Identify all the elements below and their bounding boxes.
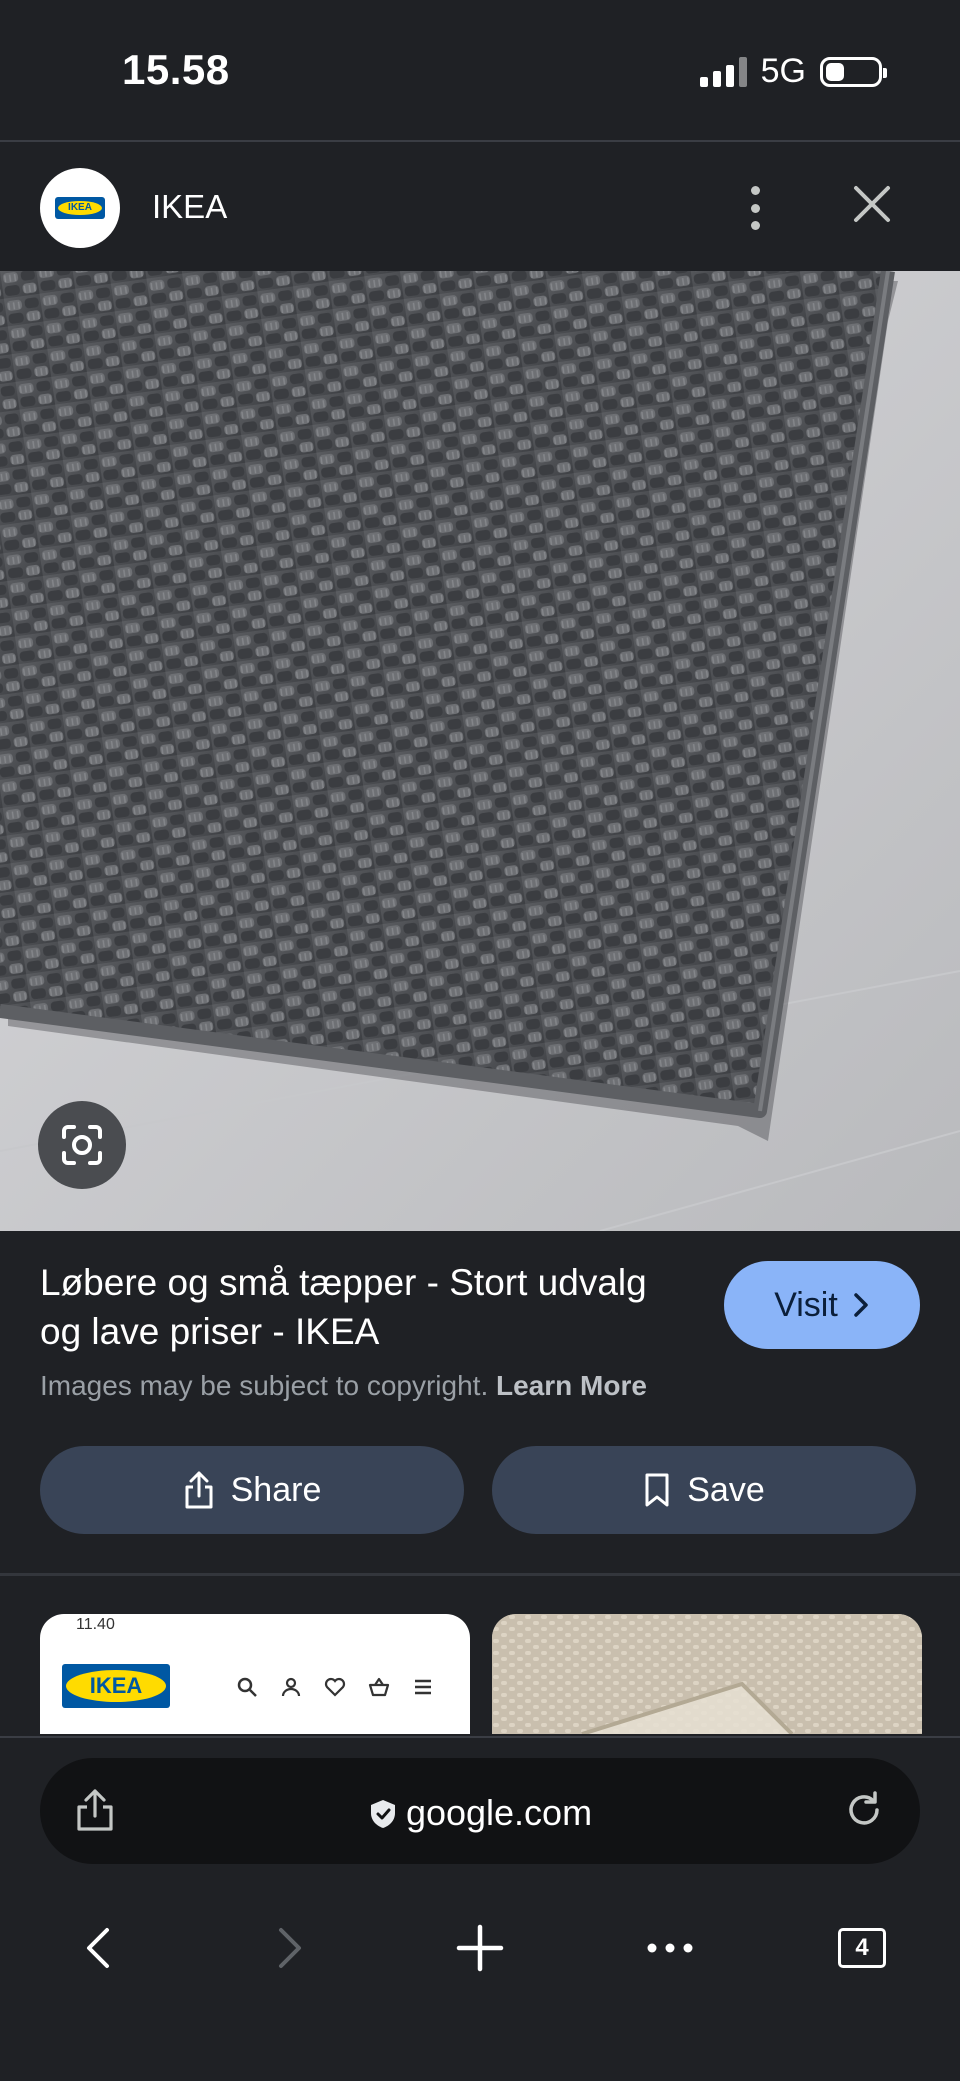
copyright-notice: Images may be subject to copyright. Lear… [40, 1370, 647, 1402]
share-label: Share [230, 1470, 322, 1509]
lock-shield-icon [370, 1800, 395, 1828]
thumb-ikea-logo: IKEA [62, 1664, 170, 1708]
chevron-right-icon [854, 1293, 868, 1317]
search-icon [237, 1677, 257, 1697]
url-display[interactable]: google.com [40, 1792, 920, 1834]
rug-image [0, 271, 960, 1231]
thumb-logo-text: IKEA [66, 1670, 166, 1702]
result-title[interactable]: Løbere og små tæpper - Stort udvalg og l… [40, 1258, 680, 1356]
save-label: Save [687, 1470, 765, 1509]
save-button[interactable]: Save [492, 1446, 916, 1534]
menu-icon [415, 1679, 431, 1695]
share-icon [185, 1471, 213, 1509]
related-image-1[interactable]: 11.40 IKEA [40, 1614, 470, 1734]
battery-icon [820, 56, 887, 87]
site-header: IKEA IKEA [0, 144, 960, 271]
learn-more-link[interactable]: Learn More [496, 1370, 647, 1401]
browser-nav: 4 [0, 1908, 960, 1988]
site-name[interactable]: IKEA [152, 188, 227, 226]
url-text: google.com [405, 1792, 593, 1833]
logo-text: IKEA [58, 201, 102, 215]
tab-count: 4 [838, 1928, 886, 1968]
chevron-right-icon [279, 1928, 301, 1968]
more-menu-button[interactable] [642, 1920, 698, 1976]
copyright-text: Images may be subject to copyright. [40, 1370, 489, 1401]
google-lens-button[interactable] [38, 1101, 126, 1189]
lens-icon [62, 1125, 102, 1165]
close-icon[interactable] [848, 180, 896, 228]
status-time: 15.58 [122, 46, 230, 93]
site-logo[interactable]: IKEA [40, 168, 120, 248]
section-divider [0, 1573, 960, 1576]
more-options-icon[interactable] [740, 180, 770, 236]
share-button[interactable]: Share [40, 1446, 464, 1534]
address-bar[interactable]: google.com [40, 1758, 920, 1864]
visit-label: Visit [774, 1285, 838, 1324]
thumb-time: 11.40 [76, 1616, 115, 1633]
basket-icon [368, 1677, 390, 1697]
related-image-2[interactable] [492, 1614, 922, 1734]
plus-icon [456, 1924, 504, 1972]
back-button[interactable] [70, 1920, 126, 1976]
browser-toolbar: google.com 4 [0, 1736, 960, 2081]
forward-button[interactable] [262, 1920, 318, 1976]
user-icon [281, 1677, 301, 1697]
heart-icon [324, 1677, 346, 1697]
tabs-button[interactable]: 4 [834, 1920, 890, 1976]
more-horizontal-icon [647, 1943, 693, 1953]
new-tab-button[interactable] [452, 1920, 508, 1976]
status-bar: 15.58 5G [0, 0, 960, 142]
hero-image[interactable] [0, 271, 960, 1231]
bookmark-icon [645, 1473, 669, 1507]
ikea-logo-icon: IKEA [55, 197, 105, 219]
status-indicators: 5G [699, 52, 887, 91]
chevron-left-icon [87, 1928, 109, 1968]
reload-icon[interactable] [844, 1790, 884, 1830]
signal-icon [699, 56, 747, 87]
thumb-nav-icons [236, 1676, 434, 1698]
visit-button[interactable]: Visit [724, 1261, 920, 1349]
beige-rug-image [492, 1614, 922, 1734]
network-type: 5G [760, 52, 806, 90]
